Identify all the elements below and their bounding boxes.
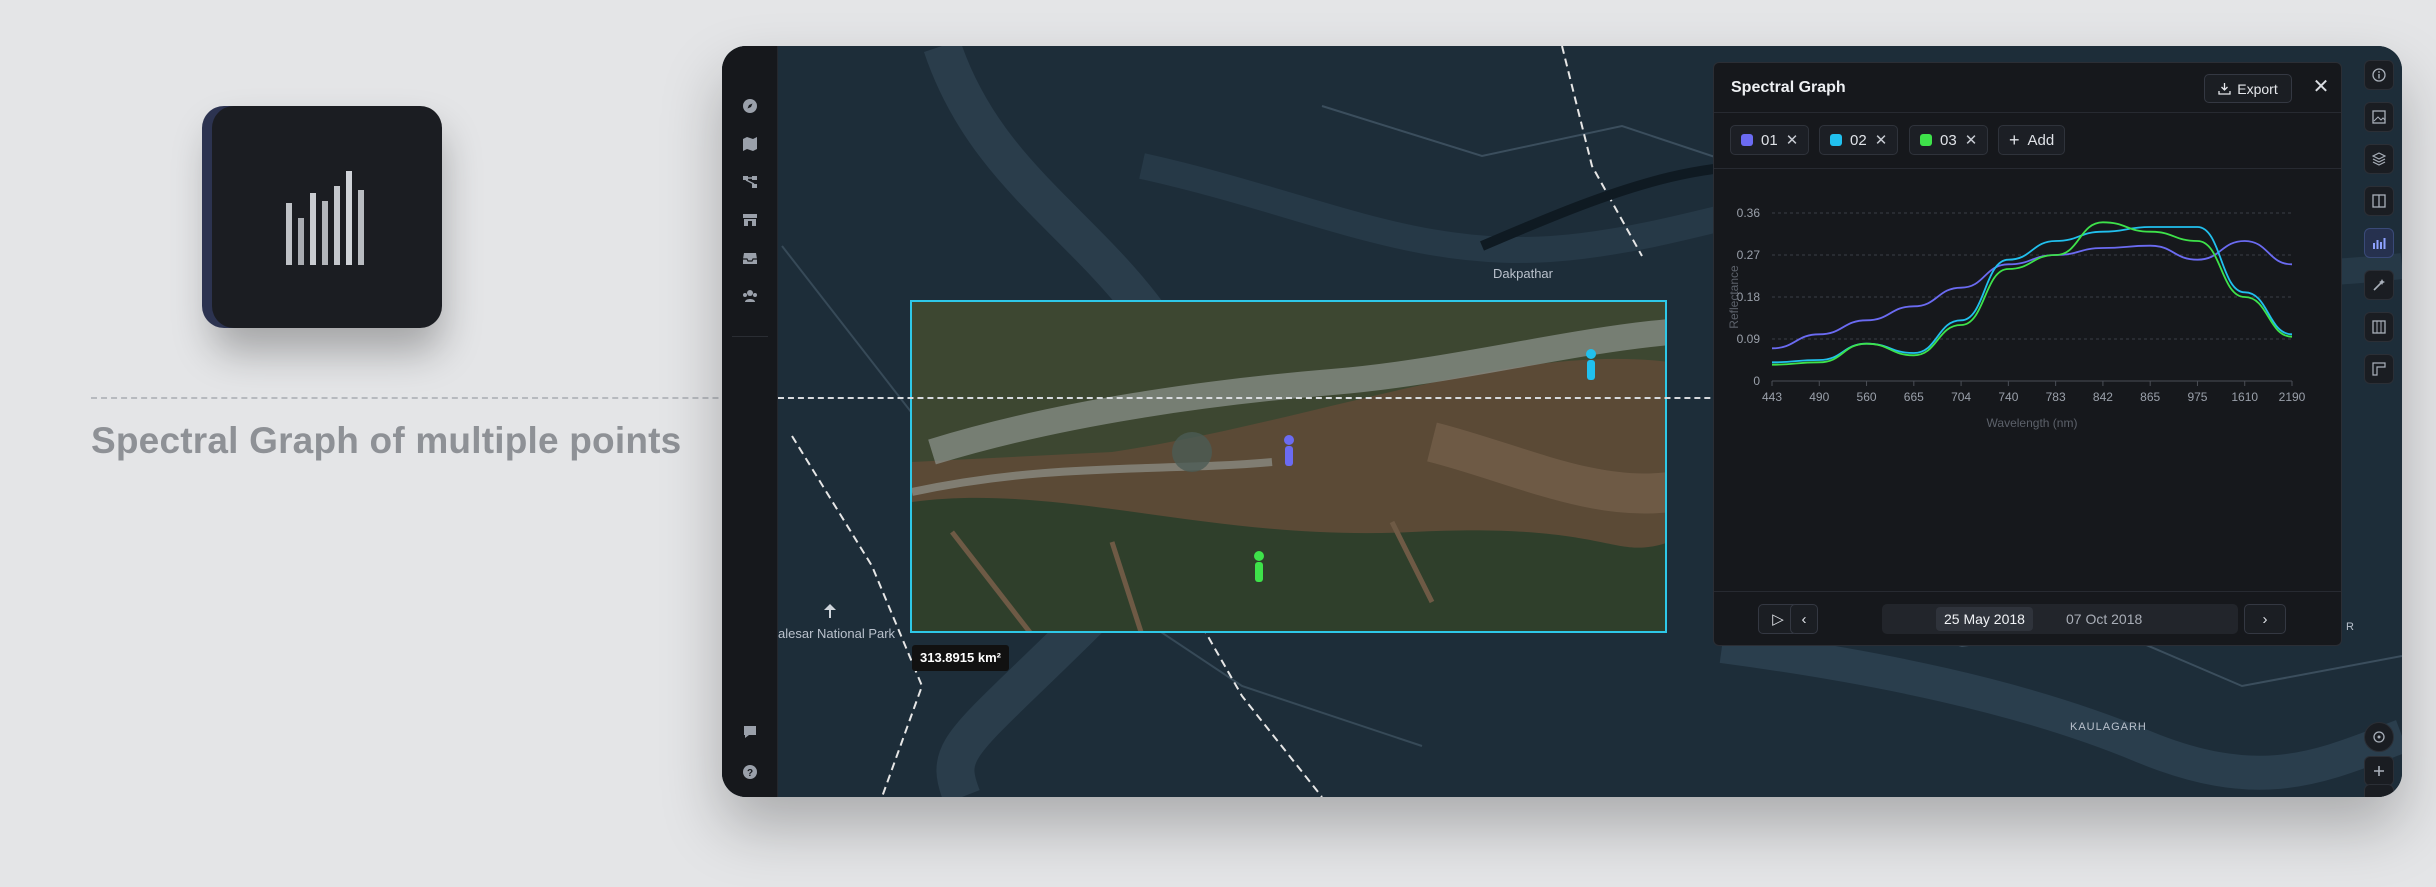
- export-label: Export: [2237, 80, 2278, 97]
- x-tick-label: 560: [1857, 390, 1877, 404]
- plus-icon: +: [2009, 130, 2020, 150]
- magic-icon[interactable]: [2364, 270, 2394, 300]
- point-color-swatch: [1920, 134, 1932, 146]
- point-chip-02[interactable]: 02 ✕: [1819, 125, 1899, 155]
- nodes-icon[interactable]: [736, 168, 764, 196]
- point-chip-03[interactable]: 03 ✕: [1909, 125, 1989, 155]
- compass-icon[interactable]: [736, 92, 764, 120]
- feature-icon-card: [212, 106, 442, 328]
- svg-text:?: ?: [747, 768, 753, 779]
- x-tick-label: 665: [1904, 390, 1924, 404]
- point-chip-01[interactable]: 01 ✕: [1730, 125, 1810, 155]
- rail-divider: [732, 336, 768, 337]
- close-icon[interactable]: ✕: [2310, 76, 2332, 98]
- y-tick-label: 0.27: [1737, 248, 1761, 262]
- layers-icon[interactable]: [2364, 144, 2394, 174]
- left-sidebar: ?: [722, 46, 778, 797]
- point-chips: 01 ✕ 02 ✕ 03 ✕ + Add: [1714, 113, 2341, 169]
- date-option[interactable]: 07 Oct 2018: [2058, 607, 2150, 631]
- point-chip-label: 02: [1850, 131, 1867, 149]
- download-icon: [2218, 83, 2231, 95]
- feature-caption: Spectral Graph of multiple points: [91, 420, 682, 461]
- x-tick-label: 443: [1762, 390, 1782, 404]
- map-book-icon[interactable]: [2364, 312, 2394, 342]
- place-label-park: alesar National Park: [778, 626, 896, 641]
- x-tick-label: 490: [1809, 390, 1829, 404]
- x-tick-label: 783: [2046, 390, 2066, 404]
- park-icon: [824, 604, 836, 618]
- x-axis-label: Wavelength (nm): [1987, 416, 2078, 430]
- app-window: 313.8915 km² Dakpathar alesar National P…: [722, 46, 2402, 797]
- x-tick-label: 842: [2093, 390, 2113, 404]
- zoom-in-icon[interactable]: [2364, 756, 2394, 786]
- y-tick-label: 0.36: [1737, 206, 1761, 220]
- guide-line-map: [778, 397, 1790, 399]
- add-point-button[interactable]: + Add: [1998, 125, 2066, 155]
- date-track: 25 May 2018 07 Oct 2018: [1882, 604, 2238, 634]
- place-label-kaulagarh: KAULAGARH: [2070, 721, 2147, 733]
- image-icon[interactable]: [2364, 102, 2394, 132]
- point-marker-01[interactable]: [1282, 434, 1296, 470]
- series-line-02: [1771, 226, 2293, 364]
- info-icon[interactable]: [2364, 60, 2394, 90]
- x-tick-label: 865: [2140, 390, 2160, 404]
- remove-icon[interactable]: ✕: [1875, 131, 1888, 149]
- place-label-partial: R: [2346, 621, 2354, 633]
- spectral-chart-icon[interactable]: [2364, 228, 2394, 258]
- locate-icon[interactable]: [2364, 722, 2394, 752]
- export-button[interactable]: Export: [2204, 74, 2292, 103]
- place-label-dakpathar: Dakpathar: [1493, 266, 1553, 281]
- x-tick-label: 1610: [2231, 390, 2258, 404]
- y-tick-label: 0.09: [1737, 332, 1761, 346]
- split-view-icon[interactable]: [2364, 186, 2394, 216]
- remove-icon[interactable]: ✕: [1786, 131, 1799, 149]
- zoom-out-icon[interactable]: [2364, 784, 2394, 797]
- spectral-chart-svg: 00.090.180.270.36443 490 560 665 704 740 783 84…: [1727, 206, 2306, 430]
- right-toolbar: [2358, 46, 2402, 797]
- series-line-01: [1771, 240, 2293, 350]
- area-measurement-label: 313.8915 km²: [912, 645, 1009, 671]
- users-icon[interactable]: [736, 282, 764, 310]
- point-marker-02[interactable]: [1584, 348, 1598, 384]
- prev-date-button[interactable]: ‹: [1790, 604, 1818, 634]
- spectral-graph-panel: Spectral Graph Export ✕ 01 ✕ 02 ✕ 03 ✕ +…: [1713, 62, 2342, 646]
- x-tick-label: 740: [1998, 390, 2018, 404]
- bar-chart-icon: [286, 171, 364, 265]
- y-axis-label: Reflectance: [1727, 265, 1741, 329]
- panel-title: Spectral Graph: [1731, 79, 1846, 96]
- point-marker-03[interactable]: [1252, 550, 1266, 586]
- area-of-interest[interactable]: [910, 300, 1667, 633]
- inbox-icon[interactable]: [736, 244, 764, 272]
- point-chip-label: 01: [1761, 131, 1778, 149]
- y-tick-label: 0: [1753, 374, 1760, 388]
- point-chip-label: 03: [1940, 131, 1957, 149]
- point-color-swatch: [1741, 134, 1753, 146]
- spectral-chart: 0 0.09 0.18 0.27 0.36 443 490 560 665 704 740 783 84…: [1714, 169, 2341, 581]
- map-icon[interactable]: [736, 130, 764, 158]
- help-icon[interactable]: ?: [736, 758, 764, 786]
- add-label: Add: [2027, 131, 2055, 149]
- store-icon[interactable]: [736, 206, 764, 234]
- panel-header: Spectral Graph Export ✕: [1714, 63, 2341, 113]
- x-tick-label: 2190: [2279, 390, 2306, 404]
- timeline-controls: ▷ ‹ 25 May 2018 07 Oct 2018 ›: [1714, 591, 2341, 645]
- remove-icon[interactable]: ✕: [1965, 131, 1978, 149]
- ruler-icon[interactable]: [2364, 354, 2394, 384]
- x-tick-label: 975: [2187, 390, 2207, 404]
- point-color-swatch: [1830, 134, 1842, 146]
- date-selected[interactable]: 25 May 2018: [1936, 607, 2033, 631]
- next-date-button[interactable]: ›: [2244, 604, 2286, 634]
- x-tick-label: 704: [1951, 390, 1971, 404]
- chat-icon[interactable]: [736, 718, 764, 746]
